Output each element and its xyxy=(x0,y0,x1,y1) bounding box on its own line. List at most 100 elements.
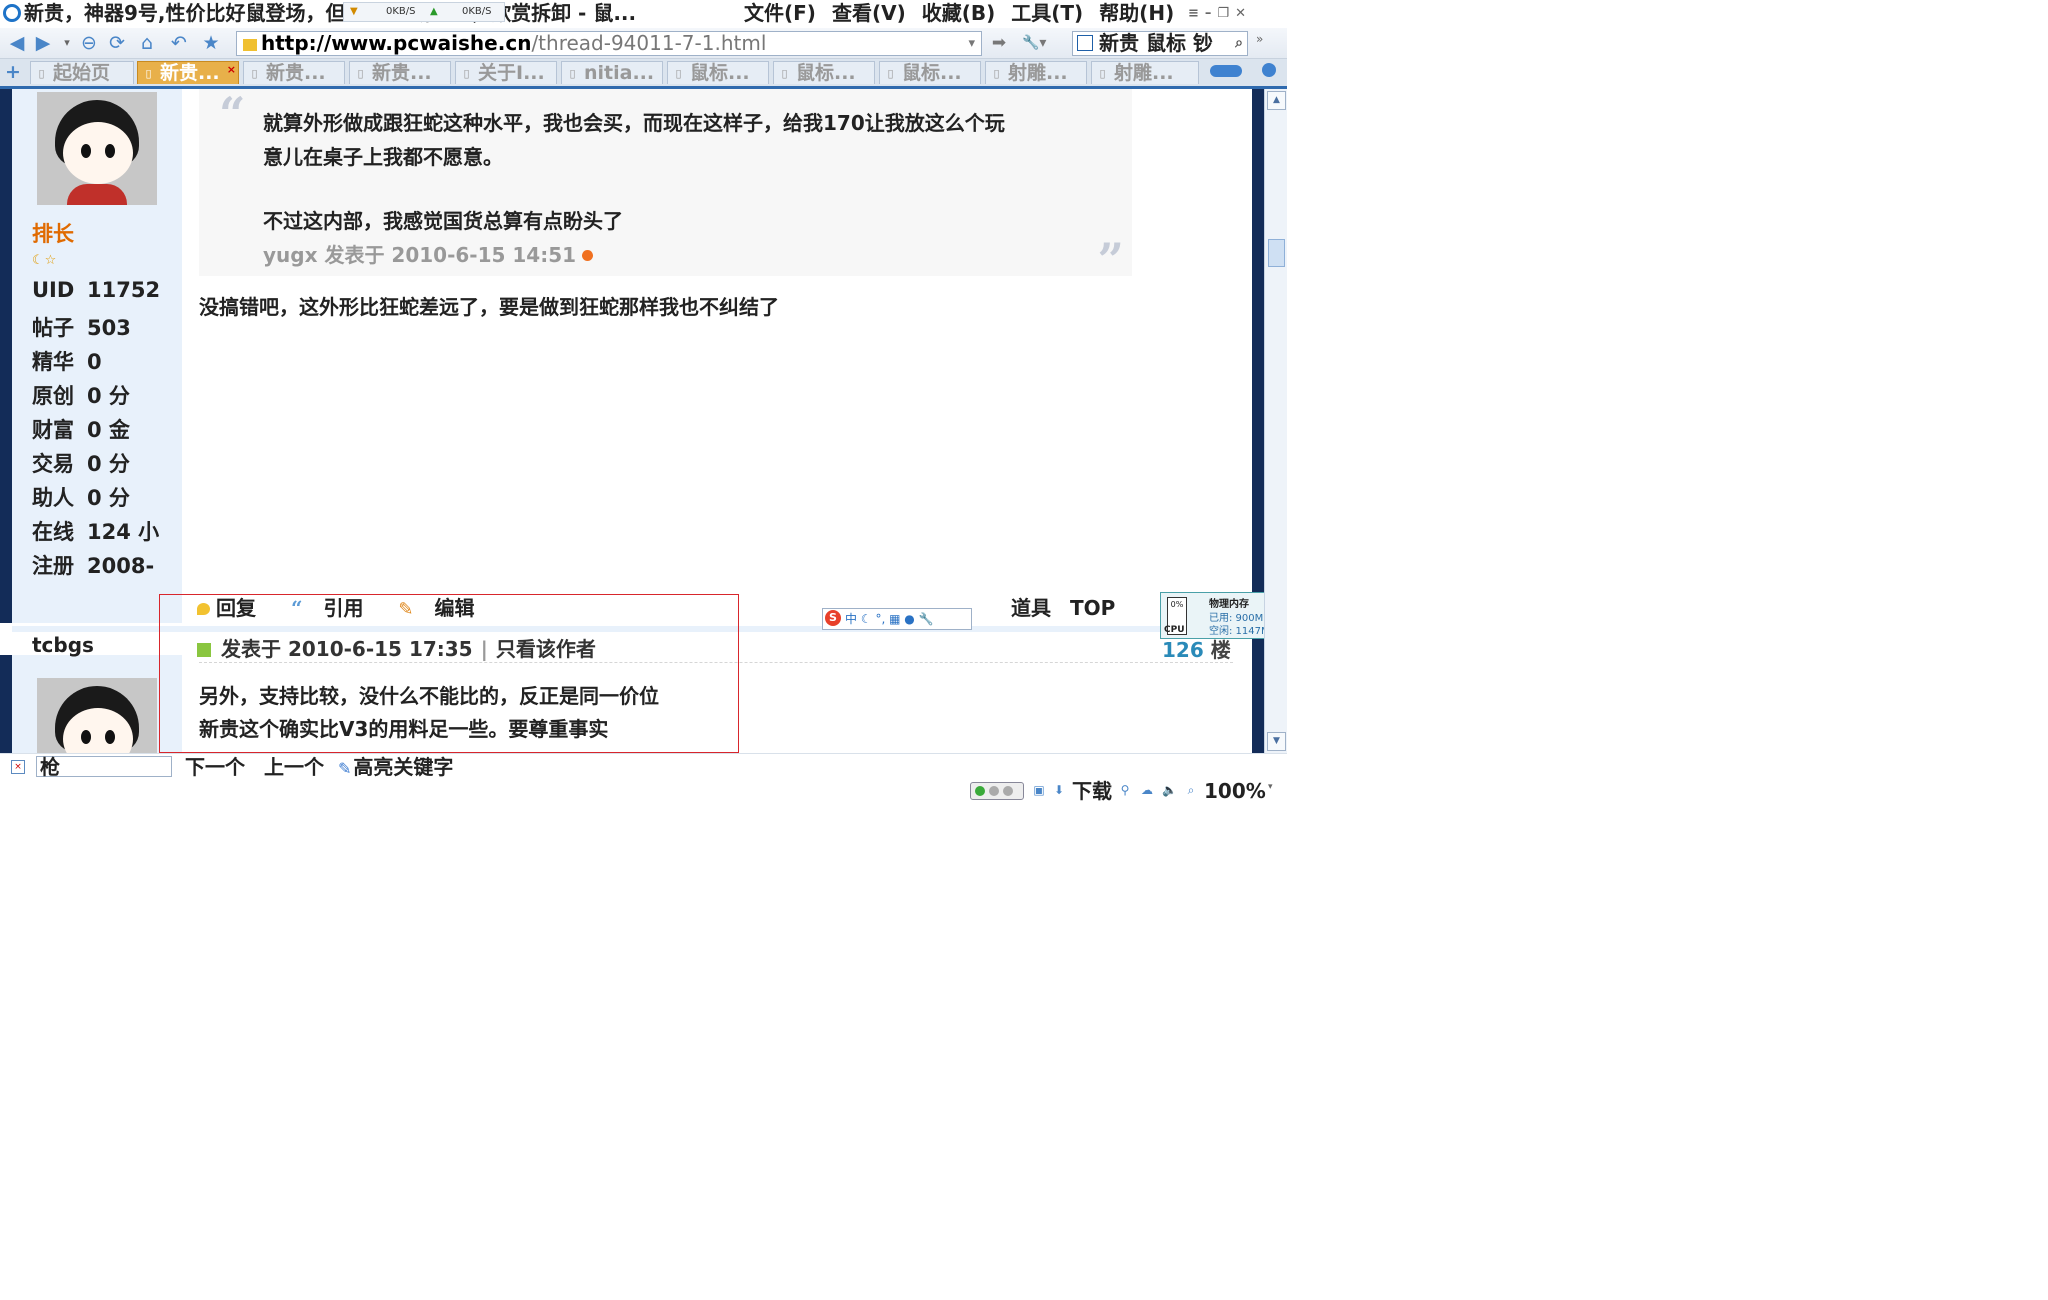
volume-icon[interactable]: 🔈 xyxy=(1162,783,1177,797)
sogou-logo-icon: S xyxy=(825,610,841,626)
window-title: 新贵，神器9号,性价比好鼠登场，但... ...新整理，欣赏拆卸 - 鼠... xyxy=(24,1,637,25)
find-bar: × 枪 下一个 上一个 ✎ 高亮关键字 xyxy=(0,753,1287,781)
settings-wrench-icon[interactable]: 🔧 xyxy=(919,612,934,626)
find-next-button[interactable]: 下一个 xyxy=(185,754,245,781)
browser-window: 新贵，神器9号,性价比好鼠登场，但... ...新整理，欣赏拆卸 - 鼠... … xyxy=(0,0,1287,802)
moon-icon[interactable]: ☾ xyxy=(861,612,872,626)
quote-line: 就算外形做成跟狂蛇这种水平，我也会买，而现在这样子，给我170让我放这么个玩 xyxy=(263,111,1005,135)
tab-menu-icon[interactable] xyxy=(1262,63,1276,77)
tab-item[interactable]: ▯ nitia... xyxy=(561,61,663,84)
zoom-icon[interactable]: ⌕ xyxy=(1184,783,1198,797)
page-right-border xyxy=(1252,89,1264,753)
history-dropdown-icon[interactable]: ▾ xyxy=(56,32,78,54)
avatar[interactable] xyxy=(37,92,157,205)
page-icon: ▯ xyxy=(251,67,258,80)
top-link[interactable]: TOP xyxy=(1070,596,1115,620)
tab-start[interactable]: ▯ 起始页 xyxy=(30,61,134,84)
quote-byline: yugx 发表于 2010-6-15 14:51 xyxy=(263,239,594,268)
props-link[interactable]: 道具 xyxy=(1011,596,1051,620)
tab-active[interactable]: ▯ 新贵... × xyxy=(137,61,239,84)
tab-item[interactable]: ▯ 鼠标... xyxy=(667,61,769,84)
refresh-icon[interactable]: ⟳ xyxy=(106,32,128,54)
scroll-down-icon[interactable]: ▼ xyxy=(1267,732,1286,751)
home-icon[interactable]: ⌂ xyxy=(136,32,158,54)
stop-icon[interactable]: ⊖ xyxy=(78,32,100,54)
download-arrow-icon: ▼ xyxy=(350,6,358,17)
favorites-star-icon[interactable]: ★ xyxy=(200,32,222,54)
tab-scroll-icon[interactable] xyxy=(1210,65,1242,77)
quote-line: 意儿在桌子上我都不愿意。 xyxy=(263,145,503,169)
address-input[interactable]: http://www.pcwaishe.cn/thread-94011-7-1.… xyxy=(236,31,982,56)
cloud-icon[interactable]: ☁ xyxy=(1140,783,1154,797)
memory-title: 物理内存 xyxy=(1209,599,1249,610)
post-tools: 道具 TOP xyxy=(1011,592,1127,621)
highlight-keyword-button[interactable]: ✎ 高亮关键字 xyxy=(338,754,453,782)
stat-registered: 注册 2008- xyxy=(32,554,155,578)
window-controls: ≡ – ❐ ✕ xyxy=(1188,0,1246,27)
tab-item[interactable]: ▯ 鼠标... xyxy=(879,61,981,84)
traffic-toggle[interactable] xyxy=(970,782,1024,800)
window-icon[interactable]: ▣ xyxy=(1032,783,1046,797)
tab-item[interactable]: ▯ 射雕... xyxy=(985,61,1087,84)
avatar[interactable] xyxy=(37,678,157,753)
post-username[interactable]: tcbgs xyxy=(32,633,94,657)
user-icon[interactable]: ● xyxy=(904,612,914,626)
close-tab-icon[interactable]: × xyxy=(227,62,236,81)
menu-file[interactable]: 文件(F) xyxy=(744,0,816,27)
download-button[interactable]: 下载 xyxy=(1072,780,1112,802)
menu-help[interactable]: 帮助(H) xyxy=(1099,0,1174,27)
page-icon: ▯ xyxy=(781,67,788,80)
tab-item[interactable]: ▯ 新贵... xyxy=(349,61,451,84)
ime-toolbar[interactable]: S中 ☾ °, ▦ ● 🔧 xyxy=(822,608,972,630)
page-left-border xyxy=(0,89,12,623)
minimize-icon[interactable]: – xyxy=(1205,0,1212,27)
chevron-more-icon[interactable]: » xyxy=(1256,32,1263,46)
page-icon: ▯ xyxy=(887,67,894,80)
tab-item[interactable]: ▯ 射雕... xyxy=(1091,61,1199,84)
address-dropdown-icon[interactable]: ▾ xyxy=(968,32,975,55)
close-window-icon[interactable]: ✕ xyxy=(1235,0,1246,27)
goto-post-icon[interactable] xyxy=(582,250,594,261)
user-icon[interactable]: ⚲ xyxy=(1118,783,1132,797)
keyboard-icon[interactable]: ▦ xyxy=(889,612,900,626)
tab-item[interactable]: ▯ 鼠标... xyxy=(773,61,875,84)
download-icon[interactable]: ⬇ xyxy=(1052,783,1066,797)
tools-wrench-icon[interactable]: 🔧▾ xyxy=(1022,32,1062,54)
forward-icon[interactable]: ▶ xyxy=(32,32,54,54)
back-icon[interactable]: ◀ xyxy=(6,32,28,54)
menu-favorites[interactable]: 收藏(B) xyxy=(922,0,996,27)
stat-help: 助人 0 分 xyxy=(32,486,130,510)
menu-tools[interactable]: 工具(T) xyxy=(1011,0,1083,27)
search-input[interactable]: 新贵 鼠标 钞 ⌕ xyxy=(1072,31,1248,56)
page-icon: ▯ xyxy=(993,67,1000,80)
menu-view[interactable]: 查看(V) xyxy=(832,0,906,27)
status-bar: ▣ ⬇ 下载 ⚲ ☁ 🔈 ⌕ 100% ▾ xyxy=(0,780,1287,802)
find-prev-button[interactable]: 上一个 xyxy=(264,754,324,781)
stat-posts: 帖子 503 xyxy=(32,316,131,340)
title-bar: 新贵，神器9号,性价比好鼠登场，但... ...新整理，欣赏拆卸 - 鼠... … xyxy=(0,0,1287,27)
punctuation-icon[interactable]: °, xyxy=(875,612,885,626)
restore-icon[interactable]: ❐ xyxy=(1217,0,1229,27)
vertical-scrollbar[interactable]: ▲ ▼ xyxy=(1264,89,1287,753)
find-input[interactable]: 枪 xyxy=(36,756,172,778)
go-arrow-icon[interactable]: ➡ xyxy=(988,32,1010,54)
page-icon: ▯ xyxy=(675,67,682,80)
scroll-up-icon[interactable]: ▲ xyxy=(1267,91,1286,110)
close-find-icon[interactable]: × xyxy=(11,760,25,774)
scroll-thumb[interactable] xyxy=(1268,239,1285,267)
new-tab-icon[interactable]: + xyxy=(5,61,21,83)
zoom-level[interactable]: 100% xyxy=(1204,780,1266,802)
tab-item[interactable]: ▯ 关于I... xyxy=(455,61,557,84)
undo-close-icon[interactable]: ↶ xyxy=(168,32,190,54)
pencil-icon: ✎ xyxy=(338,759,352,778)
window-menu-icon[interactable]: ≡ xyxy=(1188,0,1199,27)
page-icon: ▯ xyxy=(1099,67,1106,80)
zoom-dropdown-icon[interactable]: ▾ xyxy=(1268,782,1273,792)
page-left-border xyxy=(0,655,12,753)
tab-item[interactable]: ▯ 新贵... xyxy=(243,61,345,84)
quote-block: “ 就算外形做成跟狂蛇这种水平，我也会买，而现在这样子，给我170让我放这么个玩… xyxy=(199,87,1132,287)
search-icon[interactable]: ⌕ xyxy=(1235,32,1243,55)
search-engine-icon[interactable] xyxy=(1077,35,1093,51)
ime-language[interactable]: 中 xyxy=(845,612,857,626)
open-quote-icon: “ xyxy=(219,87,246,141)
